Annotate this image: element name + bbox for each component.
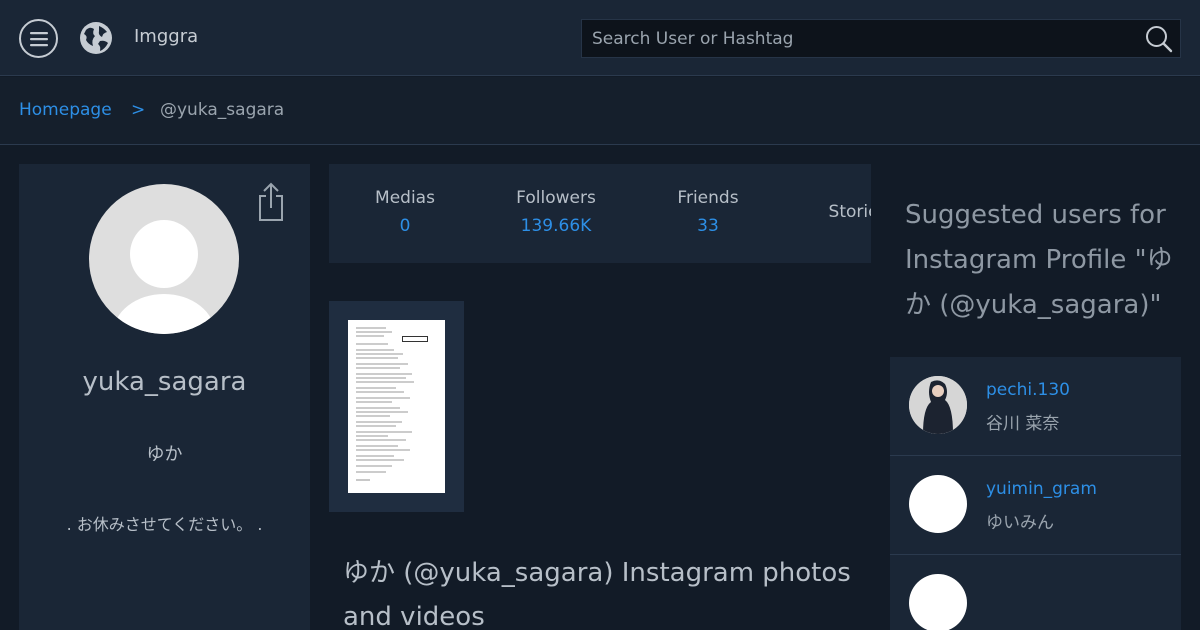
avatar (909, 376, 967, 434)
breadcrumb-home-link[interactable]: Homepage (19, 100, 112, 120)
breadcrumb-current: @yuka_sagara (160, 100, 285, 120)
hamburger-icon (29, 31, 48, 46)
share-icon[interactable] (256, 182, 286, 222)
stats-bar: Medias 0 Followers 139.66K Friends 33 St… (329, 164, 871, 263)
site-name[interactable]: Imggra (134, 26, 198, 47)
avatar (89, 184, 239, 334)
avatar (909, 574, 967, 630)
breadcrumb: Homepage > @yuka_sagara (0, 77, 1200, 145)
media-thumbnail[interactable] (329, 301, 464, 512)
profile-card: yuka_sagara ゆか . お休みさせてください。 . (19, 164, 310, 630)
search-icon[interactable] (1144, 24, 1174, 54)
suggested-username[interactable]: pechi.130 (986, 380, 1070, 400)
stat-followers[interactable]: Followers 139.66K (481, 188, 631, 236)
search-input[interactable] (582, 20, 1180, 57)
suggested-users-heading: Suggested users for Instagram Profile "ゆ… (905, 200, 1173, 320)
stat-value: 0 (399, 216, 411, 236)
page-title: ゆか (@yuka_sagara) Instagram photos and v… (343, 558, 851, 630)
globe-logo-icon[interactable] (78, 20, 114, 56)
user-photo-icon (909, 376, 967, 434)
stat-label: Friends (677, 188, 739, 208)
profile-full-name: ゆか (146, 444, 183, 465)
stat-stories[interactable]: Stories (783, 202, 871, 222)
avatar-head (130, 220, 198, 288)
suggested-full-name: 谷川 菜奈 (986, 414, 1060, 434)
suggested-users-list: pechi.130 谷川 菜奈 yuimin_gram ゆいみん (890, 357, 1181, 630)
profile-username: yuka_sagara (82, 367, 247, 397)
suggested-user-item[interactable]: yuimin_gram ゆいみん (890, 456, 1181, 555)
stat-label: Stories (828, 202, 871, 222)
stat-value: 33 (697, 216, 719, 236)
avatar-body (113, 294, 215, 334)
breadcrumb-separator: > (131, 100, 146, 120)
suggested-username[interactable]: yuimin_gram (986, 479, 1097, 499)
suggested-user-item[interactable] (890, 555, 1181, 630)
top-header: Imggra (0, 0, 1200, 76)
menu-button[interactable] (19, 19, 58, 58)
document-image (348, 320, 445, 493)
stat-friends[interactable]: Friends 33 (633, 188, 783, 236)
stat-label: Followers (516, 188, 596, 208)
stat-medias[interactable]: Medias 0 (330, 188, 480, 236)
suggested-user-item[interactable]: pechi.130 谷川 菜奈 (890, 357, 1181, 456)
search-box (581, 19, 1181, 58)
stat-value: 139.66K (520, 216, 592, 236)
suggested-full-name: ゆいみん (986, 513, 1054, 533)
profile-bio: . お休みさせてください。 . (66, 515, 263, 534)
avatar (909, 475, 967, 533)
document-text-lines (356, 327, 414, 481)
stat-label: Medias (375, 188, 435, 208)
